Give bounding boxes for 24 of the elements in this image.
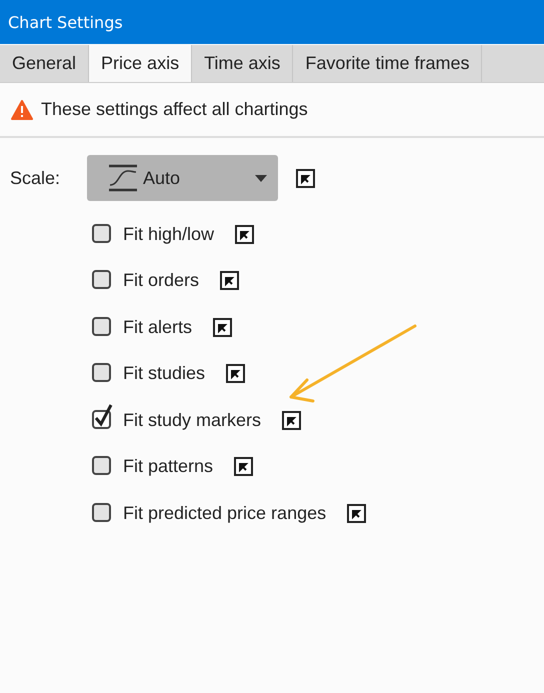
window-title: Chart Settings [8, 12, 123, 32]
option-label: Fit studies [123, 363, 206, 384]
option-label: Fit alerts [123, 316, 192, 338]
shortcut-icon[interactable] [226, 364, 246, 384]
curve-icon [107, 164, 139, 192]
tab[interactable]: Price axis [89, 45, 192, 82]
option-label: Fit high/low [123, 224, 214, 245]
shortcut-icon[interactable] [235, 224, 254, 244]
shortcut-icon[interactable] [347, 504, 366, 523]
shortcut-icon[interactable] [296, 168, 315, 188]
option-label: Fit study markers [123, 410, 262, 431]
option-label: Fit predicted price ranges [123, 502, 326, 524]
notice-text: These settings affect all chartings [41, 99, 308, 120]
option-label: Fit orders [123, 270, 200, 292]
scale-dropdown[interactable]: Auto [87, 155, 278, 201]
warning-icon [11, 100, 33, 120]
shortcut-icon[interactable] [234, 457, 254, 476]
scale-label: Scale: [9, 168, 62, 188]
checkbox[interactable] [92, 402, 114, 431]
option-label: Fit patterns [123, 456, 214, 478]
shortcut-icon[interactable] [220, 271, 240, 290]
caret-icon [255, 174, 267, 182]
shortcut-icon[interactable] [282, 410, 302, 430]
shortcut-icon[interactable] [213, 318, 232, 337]
